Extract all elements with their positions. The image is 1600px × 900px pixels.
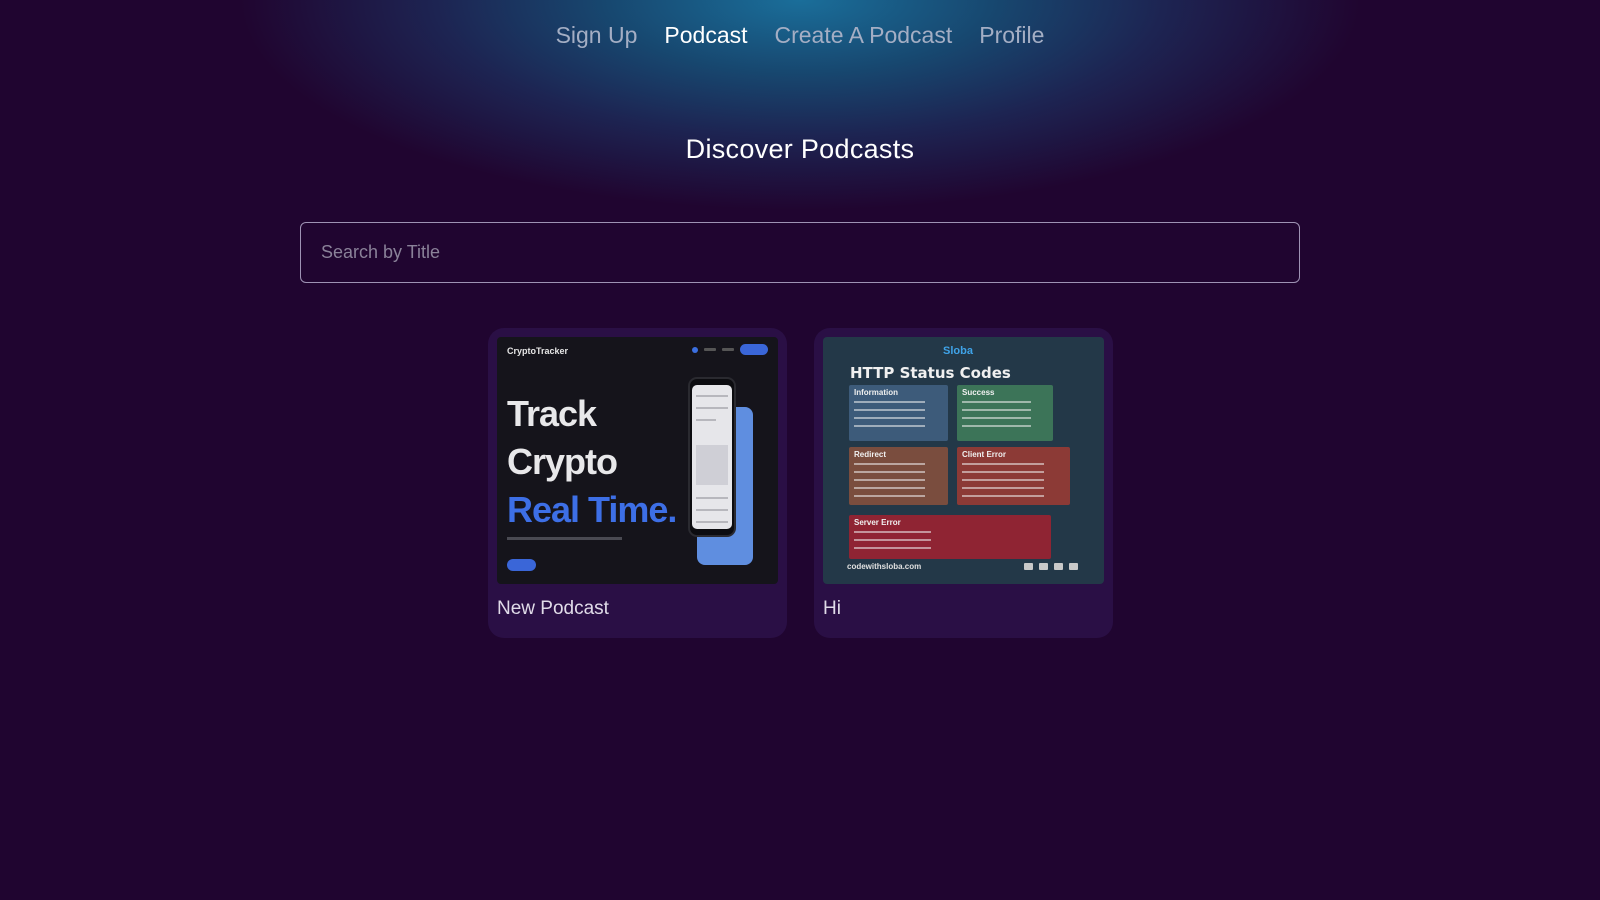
podcast-title: Hi <box>823 598 841 619</box>
instagram-icon <box>1039 563 1048 570</box>
social-icons <box>1024 563 1078 570</box>
nav-sign-up[interactable]: Sign Up <box>556 22 638 49</box>
redirect-section: Redirect <box>849 447 948 505</box>
podcast-card[interactable]: CryptoTracker Track Crypto Real Time. Ne… <box>488 328 787 638</box>
thumbnail-headline-line: Track <box>507 393 597 434</box>
podcast-thumbnail: CryptoTracker Track Crypto Real Time. <box>497 337 778 584</box>
info-section: Information <box>849 385 948 441</box>
thumbnail-brand: CryptoTracker <box>507 346 569 356</box>
thumbnail-headline-line: Crypto <box>507 441 618 482</box>
server-error-section: Server Error <box>849 515 1051 559</box>
thumbnail-headline-line: Real Time. <box>507 489 677 530</box>
podcast-title: New Podcast <box>497 598 609 619</box>
nav-podcast[interactable]: Podcast <box>664 22 747 49</box>
podcast-thumbnail: Sloba HTTP Status Codes Information Succ… <box>823 337 1104 584</box>
top-navigation: Sign Up Podcast Create A Podcast Profile <box>0 22 1600 49</box>
patreon-icon <box>1024 563 1033 570</box>
nav-profile[interactable]: Profile <box>979 22 1044 49</box>
client-error-section: Client Error <box>957 447 1070 505</box>
podcast-card[interactable]: Sloba HTTP Status Codes Information Succ… <box>814 328 1113 638</box>
thumbnail-footer: codewithsloba.com <box>847 562 922 571</box>
search-input[interactable] <box>300 222 1300 283</box>
phone-mockup <box>688 377 736 537</box>
youtube-icon <box>1054 563 1063 570</box>
thumbnail-subtext <box>507 537 622 540</box>
thumbnail-nav <box>692 344 768 355</box>
page-title: Discover Podcasts <box>685 134 915 164</box>
podcast-grid: CryptoTracker Track Crypto Real Time. Ne… <box>488 328 1113 638</box>
nav-create-podcast[interactable]: Create A Podcast <box>775 22 953 49</box>
success-section: Success <box>957 385 1053 441</box>
thumbnail-logo: Sloba <box>943 345 973 357</box>
thumbnail-heading: HTTP Status Codes <box>850 364 1011 382</box>
thumbnail-cta <box>507 559 536 571</box>
linkedin-icon <box>1069 563 1078 570</box>
